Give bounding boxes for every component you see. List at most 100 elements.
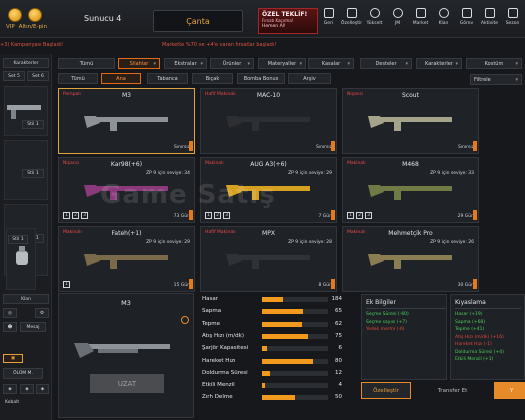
special-offer-banner[interactable]: ÖZEL TEKLİF! Fırsatı Kaçırma! Hemen Al!: [258, 8, 318, 34]
clan-icon: [438, 8, 449, 18]
nav-clan[interactable]: Klan: [435, 8, 452, 26]
zoom-icon[interactable]: [181, 316, 189, 324]
people-icon[interactable]: ☻: [3, 322, 17, 332]
subtab-2[interactable]: Tabanca: [147, 73, 188, 84]
tab-label: Materyaller: [267, 60, 297, 67]
subtab-1[interactable]: Ana: [101, 73, 141, 84]
watermark: Game Satış: [100, 180, 276, 210]
subtab-0[interactable]: Tümü: [58, 73, 98, 84]
style-button-4[interactable]: Stil 1: [8, 235, 28, 244]
nav-back[interactable]: Geri: [320, 8, 337, 26]
currency-labels: VIP Altın/E-pin: [6, 24, 47, 30]
modifier-line: Hareket Hızı (-1): [455, 342, 492, 347]
upgrade-slot: 3: [81, 212, 88, 219]
top-bar: VIP Altın/E-pin Sunucu 4 Çanta ÖZEL TEKL…: [0, 0, 525, 38]
subtab-4[interactable]: Bomba Bonus: [237, 73, 285, 84]
rarity-marker: [189, 210, 193, 220]
stat-bar: [262, 395, 328, 401]
subtab-3[interactable]: Bıçak: [192, 73, 233, 84]
nav-market[interactable]: Market: [412, 8, 429, 26]
nav-jm[interactable]: JM: [389, 8, 406, 26]
offer-cta: Hemen Al!: [262, 24, 286, 29]
characters-button[interactable]: Karakterler: [3, 58, 49, 68]
tab-0[interactable]: Tümü: [58, 58, 115, 69]
tab-6[interactable]: Desteler ▾: [360, 58, 412, 69]
weapon-card[interactable]: Makinalı M468 ZP 9 için seviye: 33 29 Gün 1 2…: [342, 157, 479, 223]
chevron-down-icon: ▾: [515, 60, 518, 67]
nav-mission[interactable]: Görev: [458, 8, 475, 26]
weapon-duration: 30 Gün: [457, 283, 474, 288]
message-button[interactable]: Mesaj: [20, 322, 46, 332]
tab-4[interactable]: Materyaller ▾: [258, 58, 306, 69]
set6-button[interactable]: Set 6: [27, 71, 49, 81]
nav-season[interactable]: Sezon: [504, 8, 521, 26]
upgrade-icon: [369, 8, 380, 18]
rarity-marker: [189, 141, 193, 151]
settings-icon[interactable]: ⚙: [35, 308, 49, 318]
set5-button[interactable]: Set 5: [3, 71, 25, 81]
stat-value: 184: [331, 296, 343, 302]
stat-name: Şarjör Kapasitesi: [202, 345, 249, 352]
tab-1[interactable]: Silahlar ▾: [118, 58, 160, 69]
tab-5[interactable]: Kasalar ▾: [308, 58, 354, 69]
weapon-card[interactable]: Hafif Makinalı MPX ZP 9 için seviye: 28 8 G…: [200, 226, 337, 292]
weapon-card[interactable]: Hafif Makinalı MAC-10 Sınırsız: [200, 88, 337, 154]
style-button-1[interactable]: Stil 1: [22, 120, 44, 129]
subtab-5[interactable]: Arşiv: [288, 73, 331, 84]
chevron-down-icon: ▾: [455, 60, 458, 67]
left-panel: Karakterler Set 5 Set 6 Stil 1 Stil 1 St…: [0, 54, 52, 420]
weapon-card[interactable]: Pompalı M3 Sınırsız: [58, 88, 195, 154]
stat-bar: [262, 370, 328, 376]
extend-button[interactable]: UZAT: [90, 374, 164, 393]
customize-button[interactable]: Özelleştir: [361, 382, 411, 399]
stat-bar: [262, 309, 328, 315]
mode-icon[interactable]: ◈: [3, 384, 17, 394]
gold-coin-icon[interactable]: [28, 8, 42, 22]
currency-group: [8, 8, 42, 22]
mode-icon-2[interactable]: ◈: [20, 384, 34, 394]
nav-customize[interactable]: Özelleştir: [341, 8, 362, 26]
filter-select[interactable]: Filtrele ▾: [470, 74, 522, 85]
announcement-ticker: +3) Kampanyası Başladı! Markette %70 ve …: [0, 40, 525, 50]
tab-7[interactable]: Karakterler ▾: [416, 58, 462, 69]
clan-button[interactable]: Klan: [3, 294, 49, 304]
vip-coin-icon[interactable]: [8, 8, 22, 22]
weapon-duration: 8 Gün: [318, 283, 333, 288]
tab-2[interactable]: Ekstralar ▾: [164, 58, 207, 69]
stat-bar-fill: [262, 321, 302, 327]
tab-8[interactable]: Kostüm ▾: [466, 58, 522, 69]
chevron-down-icon: ▾: [405, 60, 408, 67]
upgrade-slot: 1: [347, 212, 354, 219]
stat-name: Sapma: [202, 308, 222, 315]
weapon-card[interactable]: Makinalı Fateh(+1) ZP 9 için seviye: 29 15 …: [58, 226, 195, 292]
upgrade-action-button[interactable]: Y: [494, 382, 525, 399]
tab-3[interactable]: Ürünler ▾: [210, 58, 254, 69]
weapon-card[interactable]: Makinalı Mehmetçik Pro ZP 9 için seviye: 2…: [342, 226, 479, 292]
weapon-name: M468: [402, 161, 419, 168]
cart-button[interactable]: Çanta: [153, 10, 243, 32]
weapon-name: Kar98(+6): [110, 161, 143, 168]
badge-icon[interactable]: ▣: [3, 354, 23, 363]
weapon-duration: Sınırsız: [457, 145, 474, 150]
upgrade-slots: 1: [63, 281, 70, 288]
stat-name: Tepme: [202, 320, 221, 327]
stat-value: 6: [338, 345, 343, 352]
death-match-button[interactable]: ÖLÜM M.: [3, 368, 43, 379]
nav-activity[interactable]: Aktivite: [481, 8, 498, 26]
style-button-2[interactable]: Stil 1: [22, 169, 44, 178]
activity-icon: [484, 8, 495, 18]
weapon-stats: Hasar 184 Sapma 65 Tepme 62 Atış Hızı (m/dk) 75…: [202, 294, 350, 418]
tab-label: Ürünler: [222, 60, 242, 67]
rarity-marker: [189, 279, 193, 289]
offer-subtitle: Fırsatı Kaçırma!: [262, 18, 294, 23]
weapon-card[interactable]: Nişancı Scout Sınırsız: [342, 88, 479, 154]
mode-icon-3[interactable]: ◈: [36, 384, 49, 394]
stat-value: 50: [335, 394, 342, 401]
nav-upgrade[interactable]: Yükselt: [366, 8, 383, 26]
tab-label: Ekstralar: [174, 60, 197, 67]
altin-label: Altın/E-pin: [18, 24, 47, 30]
weapon-level-req: ZP 9 için seviye: 26: [430, 240, 474, 245]
transfer-button[interactable]: Transfer Et: [425, 382, 480, 399]
upgrade-slot: 1: [63, 212, 70, 219]
shield-icon[interactable]: ◎: [3, 308, 17, 318]
